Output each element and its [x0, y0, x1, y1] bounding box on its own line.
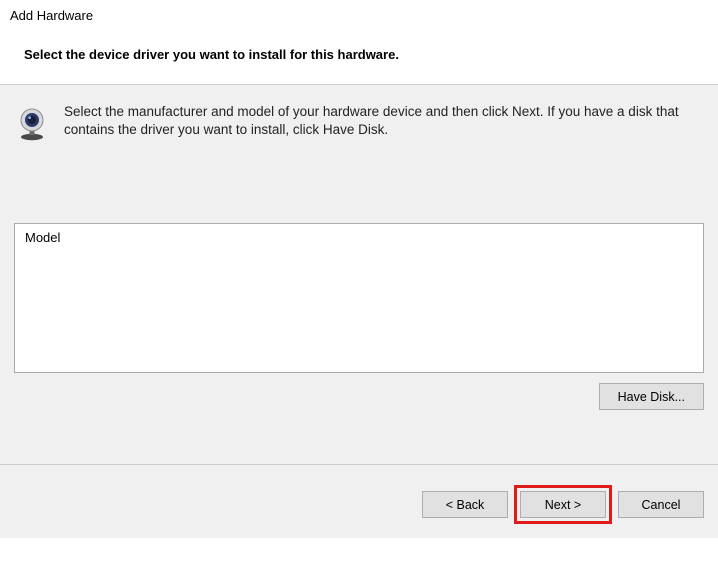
page-instruction: Select the device driver you want to ins… — [0, 27, 718, 84]
model-list-box[interactable]: Model — [14, 223, 704, 373]
back-button[interactable]: < Back — [422, 491, 508, 518]
cancel-button[interactable]: Cancel — [618, 491, 704, 518]
model-header: Model — [25, 230, 693, 245]
window-title: Add Hardware — [0, 0, 718, 27]
next-button-highlight: Next > — [514, 485, 612, 524]
footer-buttons: < Back Next > Cancel — [0, 464, 718, 538]
webcam-icon — [14, 105, 50, 141]
have-disk-button[interactable]: Have Disk... — [599, 383, 704, 410]
info-text: Select the manufacturer and model of you… — [64, 103, 704, 139]
next-button[interactable]: Next > — [520, 491, 606, 518]
body-panel: Select the manufacturer and model of you… — [0, 84, 718, 464]
